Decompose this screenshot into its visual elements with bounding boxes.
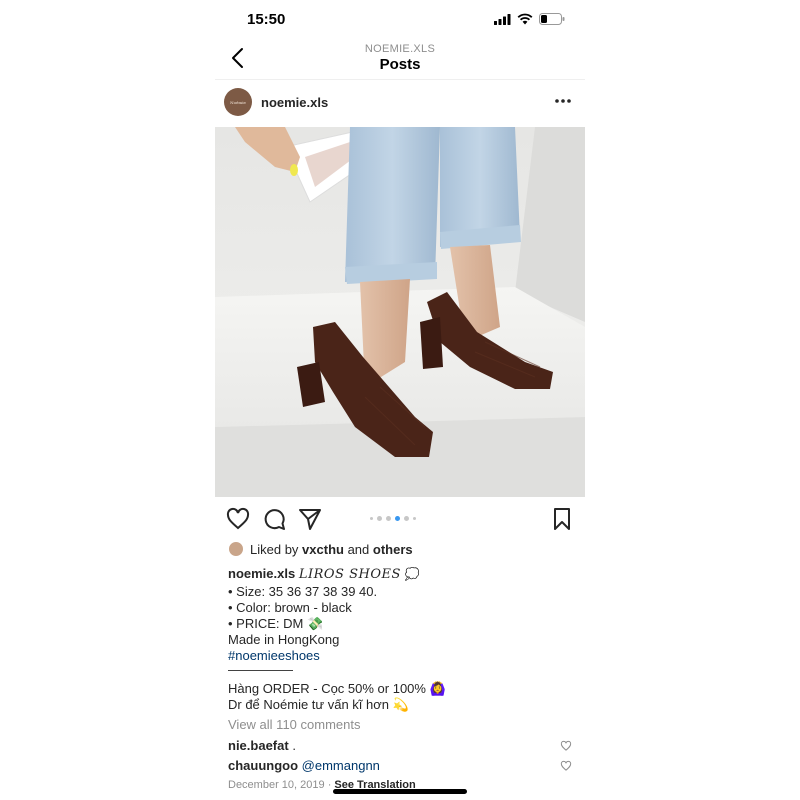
caption-brand-emoji: 💭 bbox=[404, 567, 420, 581]
caption-order-line: Hàng ORDER - Cọc 50% or 100% 🙆‍♀️ bbox=[228, 681, 446, 696]
heart-icon[interactable] bbox=[225, 506, 251, 532]
post-header: Noémie noemie.xls bbox=[215, 85, 585, 121]
post-date: December 10, 2019 bbox=[228, 779, 325, 791]
comment-like-heart-icon[interactable] bbox=[560, 760, 572, 772]
post-photo[interactable] bbox=[215, 127, 585, 497]
caption-first-line: noemie.xls LIROS SHOES 💭 bbox=[228, 566, 419, 582]
caption-username[interactable]: noemie.xls bbox=[228, 566, 295, 581]
liked-avatar bbox=[228, 541, 244, 557]
comment-text: . bbox=[292, 738, 296, 753]
wifi-icon bbox=[517, 13, 533, 25]
liked-others[interactable]: others bbox=[373, 542, 413, 557]
action-bar bbox=[215, 504, 585, 534]
comment-icon[interactable] bbox=[261, 506, 287, 532]
page-title: Posts bbox=[379, 56, 421, 73]
caption-brand: LIROS SHOES bbox=[298, 567, 401, 582]
view-all-comments-link[interactable]: View all 110 comments bbox=[228, 717, 360, 732]
nav-header: NOEMIE.XLS Posts bbox=[215, 40, 585, 80]
carousel-dot bbox=[386, 516, 391, 521]
caption-line-color: • Color: brown - black bbox=[228, 600, 352, 615]
caption-line-origin: Made in HongKong bbox=[228, 632, 340, 647]
avatar-logo-text: Noémie bbox=[230, 99, 246, 105]
caption-divider: ————— bbox=[228, 662, 293, 677]
comment-item: chauungoo @emmangnn bbox=[228, 758, 380, 773]
comment-username[interactable]: nie.baefat bbox=[228, 738, 289, 753]
meta-separator: · bbox=[327, 779, 332, 791]
carousel-dot-active bbox=[395, 516, 400, 521]
instagram-post-screen: 15:50 NOEMIE.XLS Posts Noémie noemie.xls… bbox=[215, 0, 585, 800]
shoe-photo-illustration bbox=[215, 127, 585, 497]
caption-line-size: • Size: 35 36 37 38 39 40. bbox=[228, 584, 378, 599]
carousel-dot bbox=[370, 517, 373, 520]
carousel-dot bbox=[377, 516, 382, 521]
liked-by[interactable]: Liked by vxcthu and others bbox=[228, 541, 413, 557]
carousel-dot bbox=[413, 517, 416, 520]
more-icon[interactable] bbox=[553, 93, 573, 109]
status-icons bbox=[494, 13, 565, 25]
liked-prefix: Liked by bbox=[250, 542, 299, 557]
home-indicator[interactable] bbox=[333, 789, 467, 794]
liked-user[interactable]: vxcthu bbox=[302, 542, 344, 557]
battery-icon bbox=[539, 13, 565, 25]
share-icon[interactable] bbox=[297, 506, 323, 532]
comment-username[interactable]: chauungoo bbox=[228, 758, 298, 773]
avatar[interactable]: Noémie bbox=[224, 88, 252, 116]
carousel-indicator bbox=[370, 516, 416, 521]
status-bar: 15:50 bbox=[215, 0, 585, 40]
comment-mention[interactable]: @emmangnn bbox=[302, 758, 380, 773]
caption-dm-line: Dr để Noémie tư vấn kĩ hơn 💫 bbox=[228, 697, 409, 712]
signal-icon bbox=[494, 13, 511, 25]
comment-item: nie.baefat . bbox=[228, 738, 296, 753]
caption-line-price: • PRICE: DM 💸 bbox=[228, 616, 324, 631]
comment-like-heart-icon[interactable] bbox=[560, 740, 572, 752]
carousel-dot bbox=[404, 516, 409, 521]
status-time: 15:50 bbox=[247, 11, 286, 28]
nav-account-name: NOEMIE.XLS bbox=[364, 43, 436, 55]
bookmark-icon[interactable] bbox=[549, 506, 575, 532]
liked-and: and bbox=[347, 542, 370, 557]
post-username[interactable]: noemie.xls bbox=[261, 95, 328, 110]
caption-hashtag[interactable]: #noemieeshoes bbox=[228, 648, 320, 663]
